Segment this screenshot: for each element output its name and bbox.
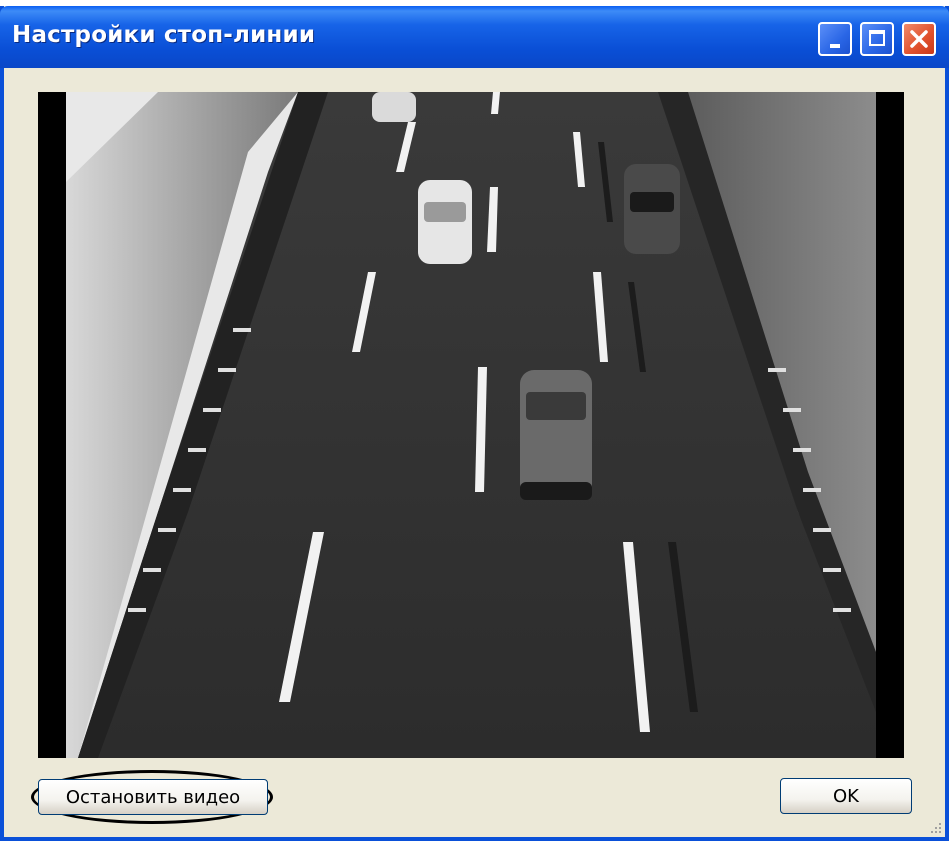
- close-icon: [910, 30, 928, 48]
- maximize-button[interactable]: [860, 22, 894, 56]
- video-preview[interactable]: [38, 92, 904, 758]
- button-bar: Остановить видео OK: [4, 762, 945, 837]
- stop-video-button[interactable]: Остановить видео: [38, 779, 268, 815]
- video-image: [38, 92, 904, 758]
- dialog-window: Настройки стоп-линии Остановить видео OK: [0, 6, 949, 841]
- window-title: Настройки стоп-линии: [12, 22, 316, 48]
- minimize-button[interactable]: [818, 22, 852, 56]
- ok-button[interactable]: OK: [780, 778, 912, 814]
- title-bar[interactable]: Настройки стоп-линии: [0, 6, 949, 68]
- resize-grip-icon[interactable]: [929, 821, 943, 835]
- minimize-icon: [830, 44, 840, 48]
- maximize-icon: [869, 30, 885, 46]
- close-button[interactable]: [902, 22, 936, 56]
